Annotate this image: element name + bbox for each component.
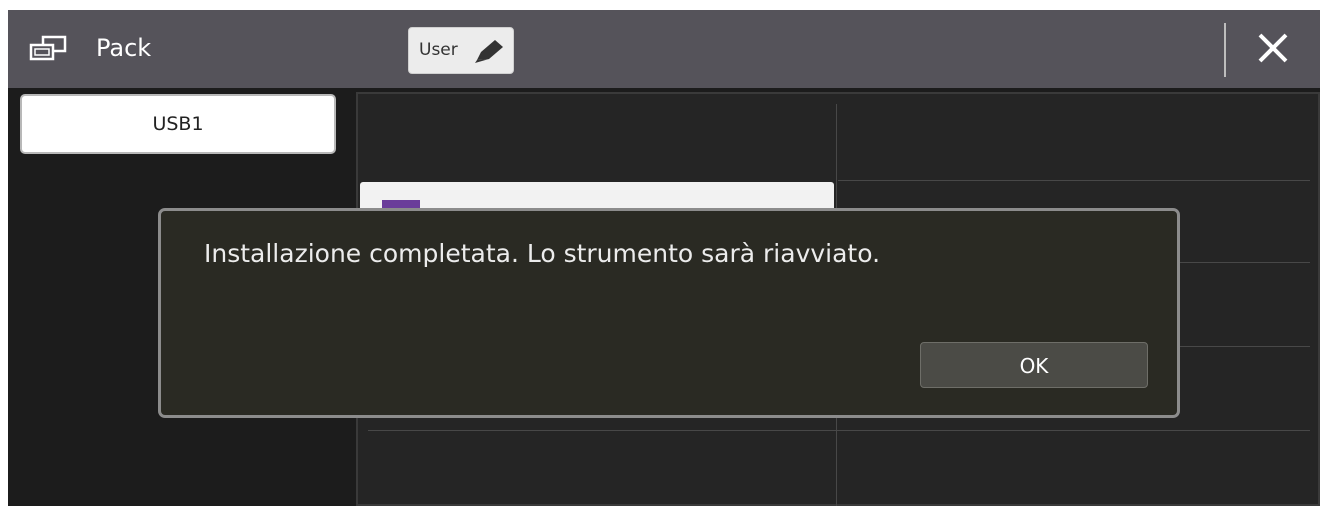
ok-button[interactable]: OK — [920, 342, 1148, 388]
sidebar-item-label: USB1 — [152, 113, 204, 135]
user-button[interactable]: User — [408, 27, 514, 74]
ok-button-label: OK — [1019, 354, 1049, 378]
pencil-icon — [475, 40, 503, 63]
close-icon[interactable] — [1248, 28, 1298, 70]
screen: Pack User USB1 Installazione completata.… — [8, 10, 1320, 506]
page-title: Pack — [96, 34, 152, 62]
user-button-label: User — [419, 40, 458, 60]
title-divider — [1224, 23, 1226, 77]
grid-line — [838, 180, 1310, 181]
sidebar-item-usb1[interactable]: USB1 — [20, 94, 336, 154]
pack-icon — [29, 35, 67, 61]
install-complete-dialog: Installazione completata. Lo strumento s… — [158, 208, 1180, 418]
dialog-message: Installazione completata. Lo strumento s… — [204, 239, 881, 268]
title-bar: Pack User — [8, 10, 1320, 88]
grid-line — [368, 430, 1310, 431]
